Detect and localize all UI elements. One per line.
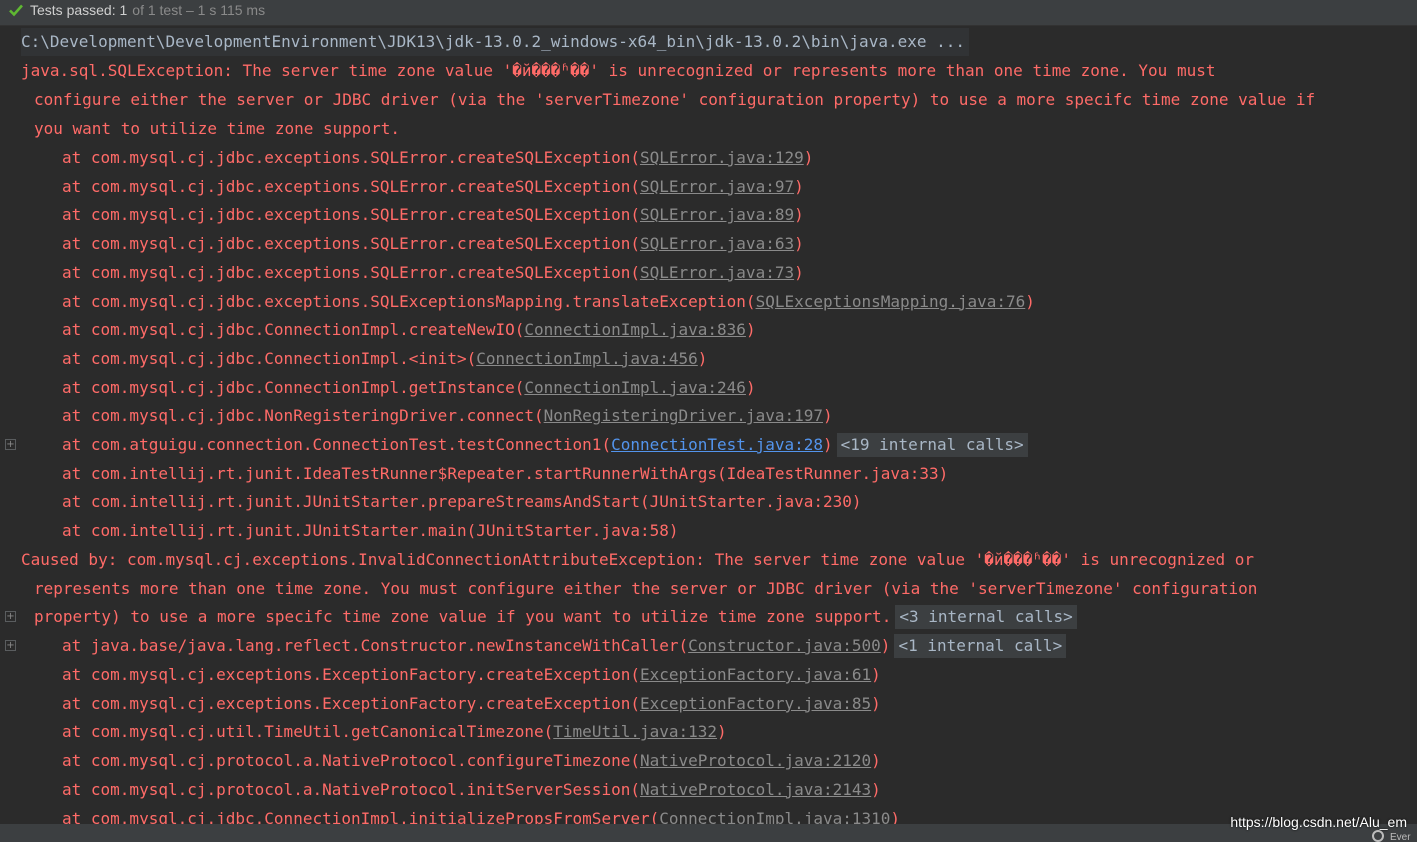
stack-frame: at com.mysql.cj.jdbc.exceptions.SQLError… [62, 259, 804, 287]
stack-frame: at com.mysql.cj.jdbc.ConnectionImpl.crea… [62, 316, 756, 344]
stack-frame-link[interactable]: ConnectionImpl.java:836 [524, 320, 746, 339]
console-output[interactable]: C:\Development\DevelopmentEnvironment\JD… [0, 28, 1417, 824]
exception-message-line: configure either the server or JDBC driv… [34, 90, 1316, 109]
stack-frame-text: at com.mysql.cj.jdbc.exceptions.SQLExcep… [62, 291, 756, 311]
stack-frame-link[interactable]: SQLError.java:73 [640, 263, 794, 282]
stack-frame-test: at com.atguigu.connection.ConnectionTest… [62, 431, 1028, 459]
stack-frame-link[interactable]: NonRegisteringDriver.java:197 [544, 406, 823, 425]
stack-frame-text: at com.mysql.cj.exceptions.ExceptionFact… [62, 693, 640, 713]
stack-frame-text: ) [823, 435, 833, 454]
caused-by-line: Caused by: com.mysql.cj.exceptions.Inval… [21, 550, 1254, 569]
stack-frame-text: at com.mysql.cj.protocol.a.NativeProtoco… [62, 751, 640, 771]
stack-frame-runner: at com.intellij.rt.junit.IdeaTestRunner$… [62, 464, 949, 483]
caused-by-line: property) to use a more specifc time zon… [34, 603, 1077, 631]
stack-frame-text: at com.mysql.cj.jdbc.exceptions.SQLError… [62, 262, 640, 282]
stack-frame-text: ) [890, 808, 901, 825]
stack-frame: at com.mysql.cj.jdbc.ConnectionImpl.init… [62, 805, 900, 825]
stack-frame-text: ) [871, 693, 881, 713]
stack-frame-text: at com.mysql.cj.jdbc.exceptions.SQLError… [62, 176, 640, 196]
stack-frame-text: ) [871, 751, 881, 771]
stack-frame: at com.mysql.cj.jdbc.exceptions.SQLError… [62, 173, 804, 201]
stack-frame-text: ) [823, 406, 833, 426]
stack-frame-text: at com.mysql.cj.util.TimeUtil.getCanonic… [62, 722, 554, 742]
stack-frame-text: at com.atguigu.connection.ConnectionTest… [62, 435, 612, 454]
stack-frame: at com.mysql.cj.exceptions.ExceptionFact… [62, 661, 881, 689]
stack-frame-text: ) [1025, 291, 1035, 311]
stack-frame: at com.mysql.cj.util.TimeUtil.getCanonic… [62, 718, 727, 746]
expand-internal-calls-icon[interactable]: + [5, 439, 16, 450]
tests-duration-label: of 1 test – 1 s 115 ms [132, 1, 266, 18]
caused-by-text: property) to use a more specifc time zon… [34, 607, 892, 626]
stack-frame-text: at com.mysql.cj.jdbc.exceptions.SQLError… [62, 205, 640, 225]
stack-frame-text: ) [871, 779, 881, 799]
stack-frame-text: at com.mysql.cj.jdbc.exceptions.SQLError… [62, 148, 640, 167]
stack-frame-link[interactable]: SQLError.java:97 [640, 177, 794, 196]
stack-frame-text: ) [880, 636, 891, 655]
stack-frame-link[interactable]: Constructor.java:500 [688, 636, 881, 655]
watermark: https://blog.csdn.net/Alu_em [1230, 814, 1407, 830]
stack-frame-text: at com.mysql.cj.jdbc.ConnectionImpl.init… [62, 808, 660, 825]
internal-calls-toggle[interactable]: <19 internal calls> [836, 433, 1028, 457]
event-log-label[interactable]: Ever [1390, 832, 1411, 842]
stack-frame-text: at com.mysql.cj.jdbc.exceptions.SQLError… [62, 234, 640, 254]
stack-frame-link[interactable]: ConnectionImpl.java:456 [476, 349, 698, 368]
internal-calls-toggle[interactable]: <1 internal call> [894, 634, 1067, 658]
stack-frame-link[interactable]: ConnectionImpl.java:246 [524, 378, 746, 397]
caused-by-line: represents more than one time zone. You … [34, 579, 1258, 598]
stack-frame-text: ) [871, 665, 881, 684]
stack-frame-text: ) [697, 348, 708, 368]
stack-frame-text: ) [794, 176, 804, 196]
expand-internal-calls-icon[interactable]: + [5, 640, 16, 651]
stack-frame: at com.mysql.cj.jdbc.exceptions.SQLExcep… [62, 288, 1035, 316]
stack-frame-text: at java.base/java.lang.reflect.Construct… [62, 636, 689, 655]
stack-frame: at com.mysql.cj.jdbc.exceptions.SQLError… [62, 144, 813, 172]
stack-frame: at com.mysql.cj.exceptions.ExceptionFact… [62, 690, 881, 718]
stack-frame: at com.mysql.cj.jdbc.NonRegisteringDrive… [62, 402, 833, 430]
stack-frame-link[interactable]: SQLExceptionsMapping.java:76 [756, 292, 1026, 311]
stack-frame-text: at com.mysql.cj.jdbc.ConnectionImpl.getI… [62, 377, 525, 397]
stack-frame-link[interactable]: SQLError.java:129 [640, 148, 804, 167]
stack-frame-text: ) [794, 262, 804, 282]
stack-frame-text: at com.mysql.cj.jdbc.NonRegisteringDrive… [62, 406, 544, 426]
stack-frame: at com.mysql.cj.jdbc.exceptions.SQLError… [62, 230, 804, 258]
stack-frame-link[interactable]: TimeUtil.java:132 [553, 722, 717, 741]
stack-frame-text: at com.mysql.cj.protocol.a.NativeProtoco… [62, 779, 640, 799]
stack-frame-text: ) [803, 148, 814, 167]
stack-frame-link[interactable]: ExceptionFactory.java:61 [640, 665, 871, 684]
internal-calls-toggle[interactable]: <3 internal calls> [895, 605, 1077, 629]
stack-frame-runner: at com.intellij.rt.junit.JUnitStarter.pr… [62, 492, 862, 511]
exception-message-line: you want to utilize time zone support. [34, 119, 401, 138]
stack-frame-link[interactable]: SQLError.java:63 [640, 234, 794, 253]
stack-frame-text: ) [717, 722, 727, 742]
stack-frame-text: at com.mysql.cj.jdbc.ConnectionImpl.crea… [62, 320, 525, 340]
stack-frame-text: ) [794, 234, 804, 254]
stack-frame-text: at com.mysql.cj.exceptions.ExceptionFact… [62, 665, 640, 684]
stack-frame-link[interactable]: ConnectionImpl.java:1310 [659, 809, 890, 825]
stack-frame: at com.mysql.cj.protocol.a.NativeProtoco… [62, 747, 881, 775]
stack-frame-link[interactable]: NativeProtocol.java:2143 [640, 780, 871, 799]
exception-message-line: java.sql.SQLException: The server time z… [21, 61, 1216, 80]
stack-frame-link[interactable]: ConnectionTest.java:28 [611, 435, 823, 454]
event-log-icon[interactable] [1372, 830, 1384, 842]
tests-passed-label: Tests passed: 1 [30, 1, 128, 18]
stack-frame-text: ) [794, 205, 804, 225]
check-icon [9, 4, 23, 16]
stack-frame-constructor: at java.base/java.lang.reflect.Construct… [62, 632, 1067, 660]
stack-frame-link[interactable]: SQLError.java:89 [640, 205, 794, 224]
stack-frame-link[interactable]: ExceptionFactory.java:85 [640, 694, 871, 713]
test-status-bar: Tests passed: 1 of 1 test – 1 s 115 ms [0, 0, 1417, 26]
stack-frame: at com.mysql.cj.jdbc.exceptions.SQLError… [62, 201, 804, 229]
stack-frame-runner: at com.intellij.rt.junit.JUnitStarter.ma… [62, 521, 679, 540]
stack-frame-text: at com.mysql.cj.jdbc.ConnectionImpl.<ini… [62, 348, 477, 368]
bottom-bar [0, 824, 1417, 842]
expand-internal-calls-icon[interactable]: + [5, 611, 16, 622]
stack-frame-text: ) [745, 377, 756, 397]
stack-frame-link[interactable]: NativeProtocol.java:2120 [640, 751, 871, 770]
stack-frame-text: ) [745, 320, 756, 340]
stack-frame: at com.mysql.cj.protocol.a.NativeProtoco… [62, 776, 881, 804]
stack-frame: at com.mysql.cj.jdbc.ConnectionImpl.getI… [62, 374, 756, 402]
java-command-line: C:\Development\DevelopmentEnvironment\JD… [21, 28, 970, 56]
stack-frame: at com.mysql.cj.jdbc.ConnectionImpl.<ini… [62, 345, 707, 373]
